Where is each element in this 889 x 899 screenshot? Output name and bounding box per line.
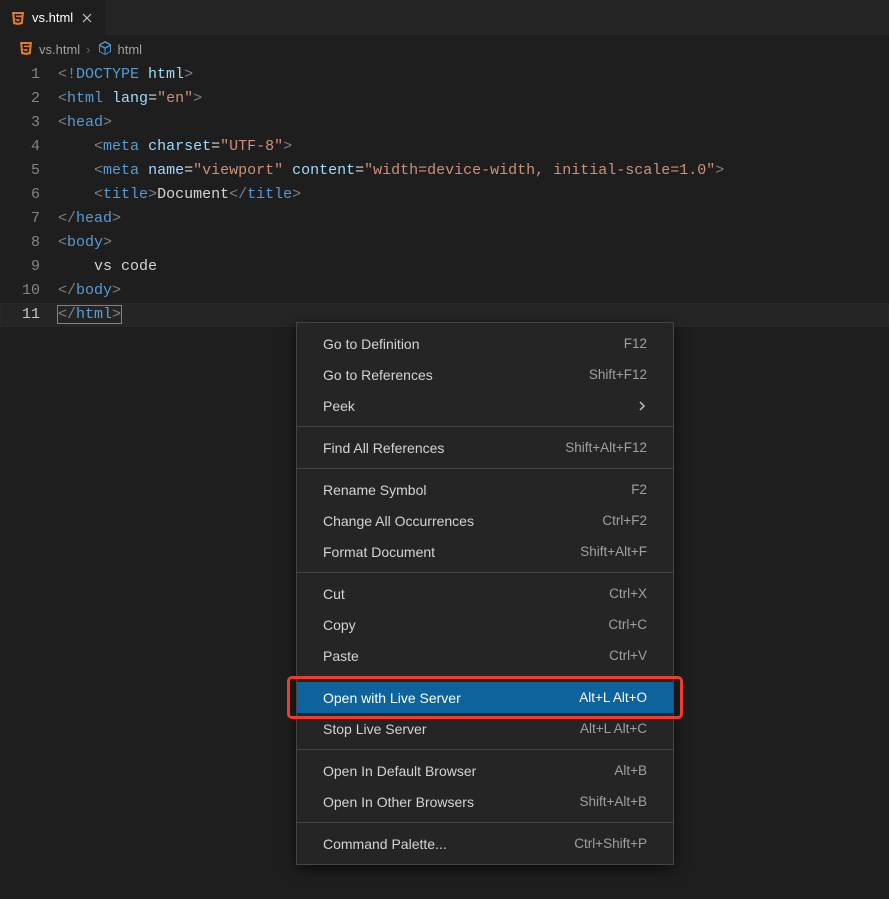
menu-item-shortcut: F2 [631,482,647,497]
menu-item-paste[interactable]: Paste Ctrl+V [297,640,673,671]
file-html-icon [18,40,34,59]
menu-item-go-to-references[interactable]: Go to References Shift+F12 [297,359,673,390]
chevron-right-icon [637,398,647,414]
breadcrumb[interactable]: vs.html › html [0,35,889,63]
menu-item-label: Change All Occurrences [323,513,474,529]
menu-item-shortcut: Ctrl+V [609,648,647,663]
context-menu[interactable]: Go to Definition F12 Go to References Shift… [296,322,674,865]
menu-item-rename-symbol[interactable]: Rename Symbol F2 [297,474,673,505]
menu-item-shortcut: Ctrl+C [608,617,647,632]
menu-item-shortcut: Shift+Alt+F12 [565,440,647,455]
menu-item-label: Peek [323,398,355,414]
menu-separator [297,822,673,823]
menu-item-shortcut: Ctrl+X [609,586,647,601]
menu-item-shortcut: Shift+Alt+B [579,794,647,809]
menu-item-cut[interactable]: Cut Ctrl+X [297,578,673,609]
menu-item-find-all-references[interactable]: Find All References Shift+Alt+F12 [297,432,673,463]
menu-item-copy[interactable]: Copy Ctrl+C [297,609,673,640]
code-content[interactable]: <!DOCTYPE html> <html lang="en"> <head> … [58,63,889,327]
close-icon[interactable] [79,10,95,26]
menu-item-label: Open In Other Browsers [323,794,474,810]
breadcrumb-label: vs.html [39,42,80,57]
menu-item-open-in-other-browsers[interactable]: Open In Other Browsers Shift+Alt+B [297,786,673,817]
menu-item-label: Open with Live Server [323,690,461,706]
menu-item-change-all-occurrences[interactable]: Change All Occurrences Ctrl+F2 [297,505,673,536]
menu-separator [297,426,673,427]
menu-item-format-document[interactable]: Format Document Shift+Alt+F [297,536,673,567]
menu-item-label: Cut [323,586,345,602]
menu-item-label: Format Document [323,544,435,560]
menu-item-label: Rename Symbol [323,482,427,498]
breadcrumb-label: html [118,42,143,57]
menu-item-label: Command Palette... [323,836,447,852]
menu-separator [297,749,673,750]
menu-item-open-in-default-browser[interactable]: Open In Default Browser Alt+B [297,755,673,786]
menu-item-shortcut: Shift+F12 [589,367,647,382]
breadcrumb-item-file[interactable]: vs.html [18,40,80,59]
menu-item-stop-live-server[interactable]: Stop Live Server Alt+L Alt+C [297,713,673,744]
menu-item-peek[interactable]: Peek [297,390,673,421]
breadcrumb-item-symbol[interactable]: html [97,40,143,59]
menu-item-label: Stop Live Server [323,721,427,737]
menu-item-label: Paste [323,648,359,664]
menu-item-label: Go to References [323,367,433,383]
menu-item-shortcut: Alt+L Alt+C [580,721,647,736]
file-html-icon [10,10,26,26]
menu-item-label: Open In Default Browser [323,763,476,779]
menu-item-shortcut: Ctrl+F2 [602,513,647,528]
tab-label: vs.html [32,10,73,25]
menu-item-command-palette[interactable]: Command Palette... Ctrl+Shift+P [297,828,673,859]
menu-item-shortcut: Alt+L Alt+O [579,690,647,705]
menu-item-shortcut: Ctrl+Shift+P [574,836,647,851]
menu-item-shortcut: Alt+B [614,763,647,778]
menu-separator [297,468,673,469]
symbol-field-icon [97,40,113,59]
code-editor[interactable]: 1 2 3 4 5 6 7 8 9 10 11 <!DOCTYPE html> … [0,63,889,327]
breadcrumb-separator: › [86,42,90,57]
menu-item-shortcut: F12 [624,336,647,351]
menu-item-label: Go to Definition [323,336,420,352]
tab-bar: vs.html [0,0,889,35]
menu-item-shortcut: Shift+Alt+F [580,544,647,559]
menu-item-label: Find All References [323,440,444,456]
menu-item-go-to-definition[interactable]: Go to Definition F12 [297,328,673,359]
line-gutter: 1 2 3 4 5 6 7 8 9 10 11 [0,63,58,327]
tab-vs-html[interactable]: vs.html [0,0,106,35]
menu-item-open-with-live-server[interactable]: Open with Live Server Alt+L Alt+O [297,682,673,713]
menu-item-label: Copy [323,617,356,633]
menu-separator [297,572,673,573]
menu-separator [297,676,673,677]
